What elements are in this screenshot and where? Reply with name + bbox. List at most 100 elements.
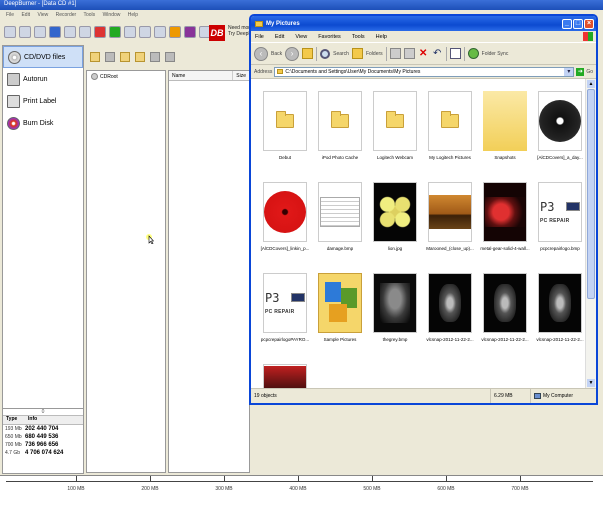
tree-item-cdroot[interactable]: CDRoot [87,71,165,82]
menu-help[interactable]: Help [376,34,387,40]
info-icon[interactable] [184,26,196,38]
address-label: Address [254,68,273,75]
forward-arrow-icon[interactable]: › [285,46,300,61]
list-item[interactable]: My Logitech Pictures [421,91,479,160]
list-item[interactable]: lion.jpg [366,182,424,251]
sunset-image [429,195,471,229]
list-item[interactable]: thegrey.bmp [366,273,424,342]
item-name: Debut [278,155,291,160]
new-project-icon[interactable] [4,26,16,38]
layout-2-icon[interactable] [139,26,151,38]
close-button[interactable]: × [584,18,594,29]
list-item[interactable]: vlcsnap-2012-11-22-2... [421,273,479,342]
menu-edit[interactable]: Edit [275,34,284,40]
lemons-image [376,193,414,231]
folders-icon[interactable] [351,48,363,59]
properties-icon[interactable] [49,26,61,38]
add-files-icon[interactable] [135,52,145,62]
list-item[interactable]: Marooned_(close_up)... [421,182,479,251]
print-icon[interactable] [64,26,76,38]
maximize-button[interactable]: □ [573,18,583,29]
properties-small-icon[interactable] [165,52,175,62]
menu-file[interactable]: File [6,12,14,18]
menu-help[interactable]: Help [128,12,138,18]
scroll-thumb[interactable] [587,89,595,299]
menu-favorites[interactable]: Favorites [318,34,341,40]
up-folder-icon[interactable] [302,48,314,59]
list-item[interactable]: Snapshots [476,91,534,160]
views-icon[interactable] [449,48,461,59]
column-size[interactable]: Size [233,71,249,80]
list-item[interactable]: P3 PC REPAIR pcpcrepairlogoPAYRO... [256,273,314,342]
menu-recorder[interactable]: Recorder [56,12,77,18]
layout-1-icon[interactable] [124,26,136,38]
back-arrow-icon[interactable]: ‹ [254,46,268,61]
list-item[interactable]: [AlCDCovers]_linkin_p... [256,182,314,251]
burn-icon[interactable] [79,26,91,38]
settings-icon[interactable] [169,26,181,38]
file-list[interactable]: Name Size [168,70,250,473]
task-burn-disk[interactable]: Burn Disk [3,112,83,134]
erase-icon[interactable] [94,26,106,38]
menu-window[interactable]: Window [103,12,121,18]
vertical-scrollbar[interactable]: ▲ ▼ [585,79,596,388]
list-item[interactable]: vlcsnap-2012-11-22-2... [476,273,534,342]
list-item[interactable] [256,364,314,388]
scroll-up-icon[interactable]: ▲ [587,80,595,88]
folder-sync-icon[interactable] [467,48,479,59]
folders-button[interactable]: Folders [366,51,383,57]
capacity-bar: 100 MB 200 MB 300 MB 400 MB 500 MB 600 M… [0,475,603,505]
menu-tools[interactable]: Tools [84,12,96,18]
list-item[interactable]: vlcsnap-2012-11-22-2... [531,273,589,342]
minimize-button[interactable]: _ [562,18,572,29]
address-input[interactable]: C:\Documents and Settings\User\My Docume… [274,66,575,77]
undo-icon[interactable]: ↶ [432,48,443,59]
task-autorun[interactable]: Autorun [3,68,83,90]
task-label: Autorun [23,75,48,83]
layout-3-icon[interactable] [154,26,166,38]
list-item[interactable]: iPod Photo Cache [311,91,369,160]
list-item[interactable]: Logitech Webcam [366,91,424,160]
list-item[interactable]: metal-gear-solid-4-wall... [476,182,534,251]
capacity-mark [76,476,77,482]
delete-icon[interactable] [150,52,160,62]
deepburner-logo: DB [209,25,225,41]
task-cd-dvd-files[interactable]: CD/DVD files [3,46,83,68]
rename-icon[interactable] [105,52,115,62]
list-item[interactable]: Sample Pictures [311,273,369,342]
delete-icon[interactable]: ✕ [418,48,429,59]
back-button[interactable]: Back [271,51,282,57]
add-folder-icon[interactable] [120,52,130,62]
menu-edit[interactable]: Edit [21,12,30,18]
list-item[interactable]: [AlCDCovers]_a_day... [531,91,589,160]
refresh-icon[interactable] [109,26,121,38]
menu-file[interactable]: File [255,34,264,40]
go-button[interactable]: Go [586,69,596,75]
file-view[interactable]: Debut iPod Photo Cache Logitech Webcam M… [251,79,585,388]
menu-view[interactable]: View [37,12,48,18]
deepburner-title: DeepBurner - [Data CD #1] [4,1,77,7]
chevron-down-icon[interactable]: ▾ [564,67,574,76]
folder-tree[interactable]: CDRoot [86,70,166,473]
task-print-label[interactable]: Print Label [3,90,83,112]
menu-view[interactable]: View [295,34,307,40]
search-icon[interactable] [320,48,331,59]
move-to-icon[interactable] [389,48,401,59]
column-name[interactable]: Name [169,71,234,80]
scroll-down-icon[interactable]: ▼ [587,379,595,387]
open-project-icon[interactable] [19,26,31,38]
list-item[interactable]: damage.bmp [311,182,369,251]
new-folder-icon[interactable] [90,52,100,62]
copy-to-icon[interactable] [403,48,415,59]
menu-tools[interactable]: Tools [352,34,365,40]
item-name: vlcsnap-2012-11-22-2... [426,337,474,342]
folder-thumbnail [263,91,307,151]
pc-repair-logo: P3 PC REPAIR [540,200,580,224]
list-item[interactable]: Debut [256,91,314,160]
search-button[interactable]: Search [333,51,349,57]
save-project-icon[interactable] [34,26,46,38]
go-arrow-icon[interactable]: ➜ [576,67,585,76]
folder-sync-button[interactable]: Folder Sync [482,51,509,57]
explorer-title-bar[interactable]: My Pictures _ □ × [251,16,596,31]
list-item[interactable]: P3 PC REPAIR pcpcrepairlogo.bmp [531,182,589,251]
